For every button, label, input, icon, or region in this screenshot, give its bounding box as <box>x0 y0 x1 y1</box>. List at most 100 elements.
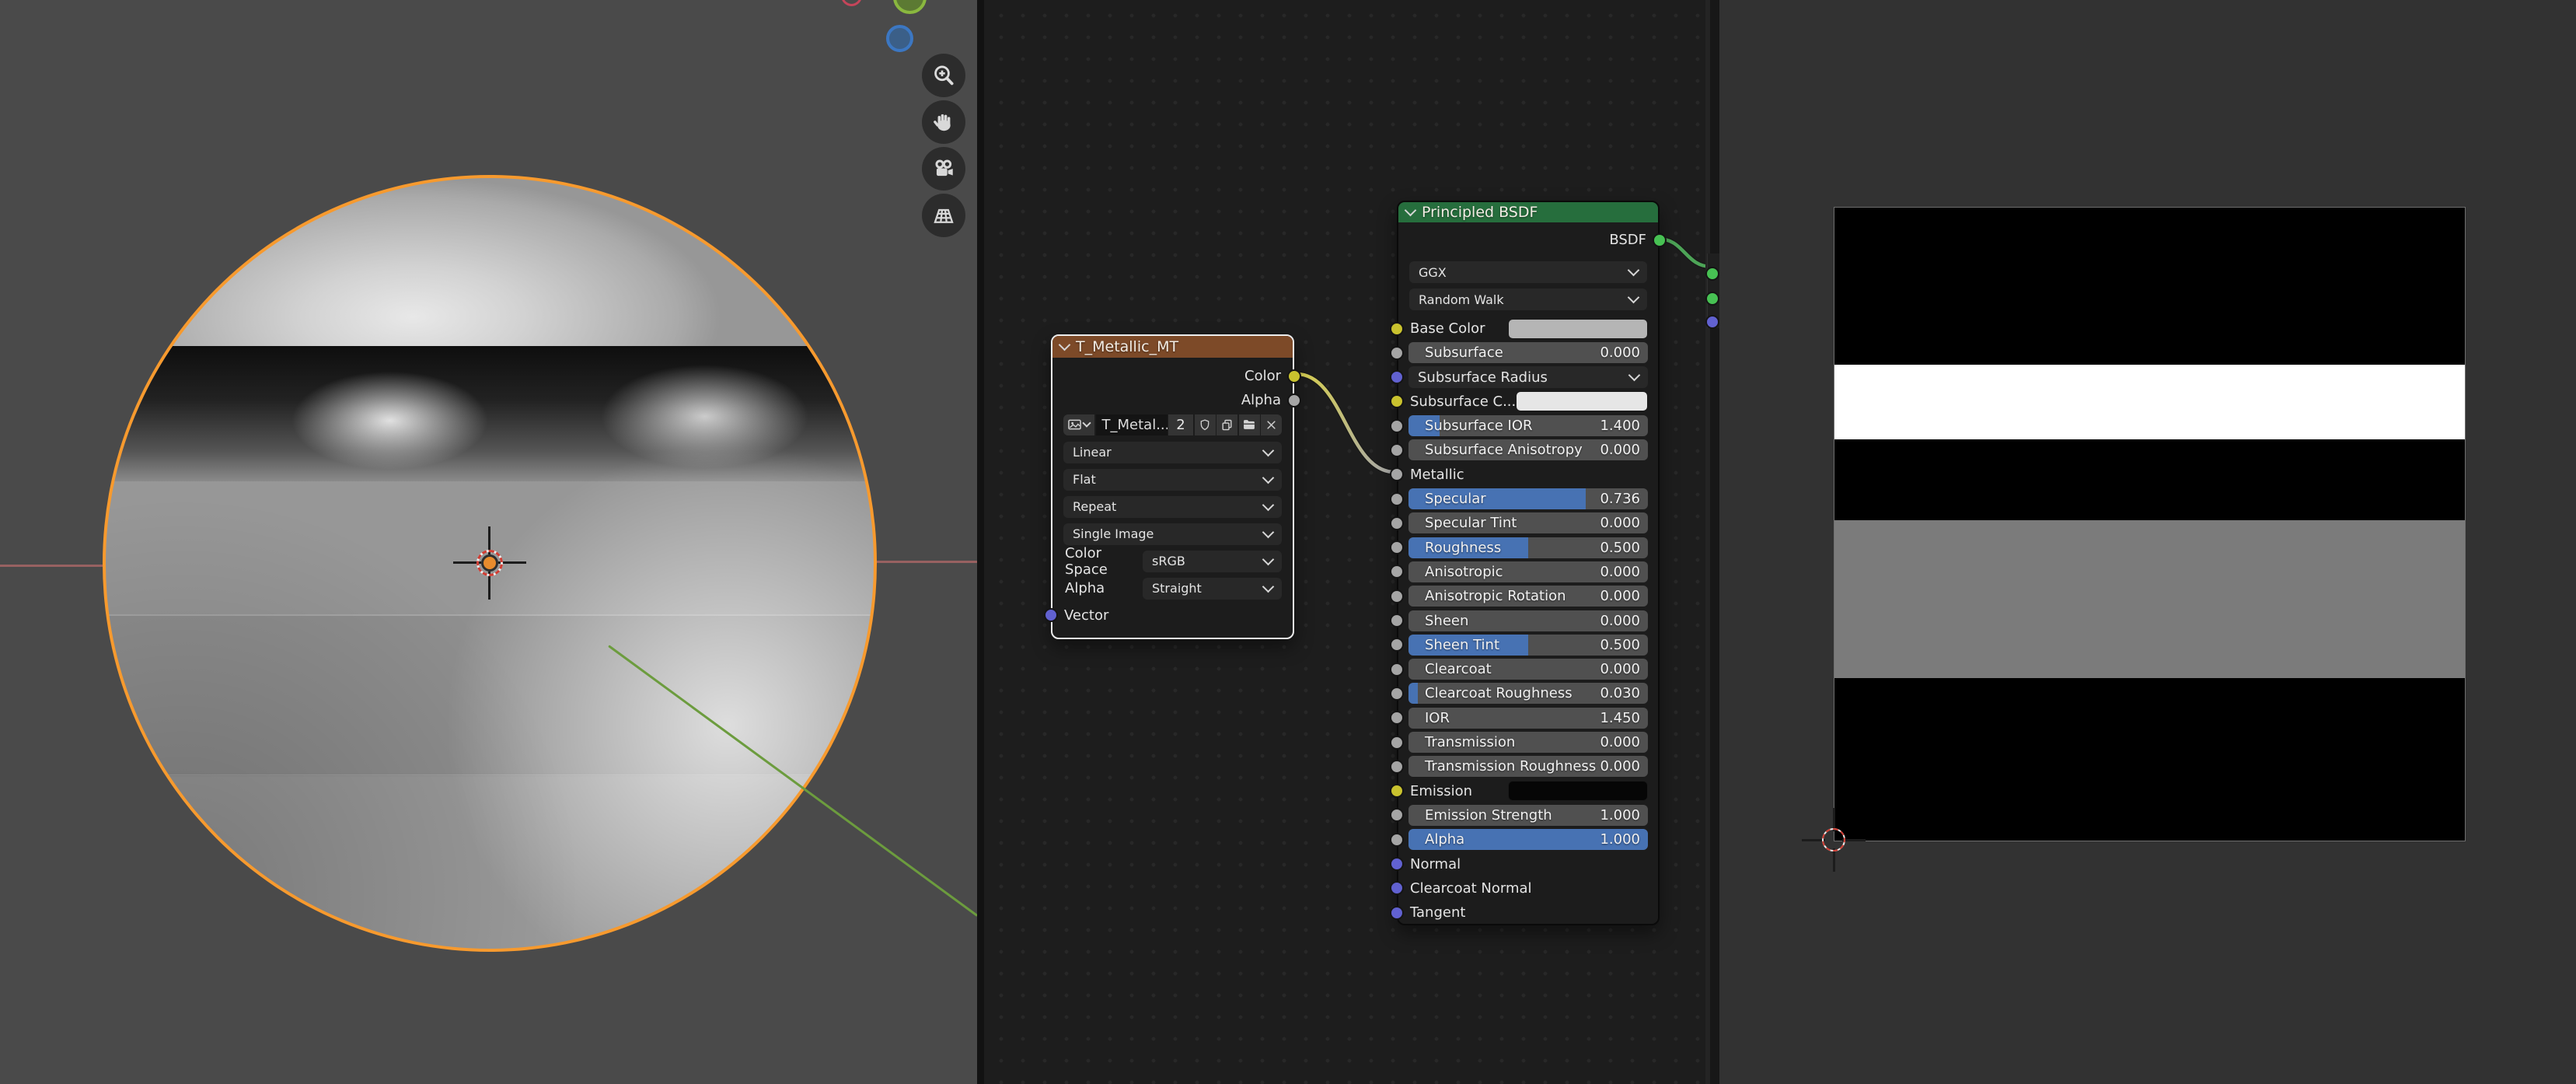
subsurface-method-dropdown[interactable]: Random Walk <box>1409 288 1647 310</box>
image-texture-node-header[interactable]: T_Metallic_MT <box>1052 336 1293 358</box>
normal-input-socket[interactable] <box>1390 857 1404 871</box>
editor-separator[interactable] <box>1710 0 1719 1084</box>
alpha-output-socket[interactable] <box>1287 393 1301 407</box>
subsurface-radius-dropdown[interactable]: Subsurface Radius <box>1408 366 1648 388</box>
sheen-tint-slider[interactable]: Sheen Tint0.500 <box>1408 635 1648 656</box>
subsurface-input-socket[interactable] <box>1390 346 1404 360</box>
subsurface-anisotropy-input-socket[interactable] <box>1390 443 1404 457</box>
row-clearcoat-roughness: Clearcoat Roughness0.030 <box>1408 683 1648 704</box>
sheen-input-socket[interactable] <box>1390 614 1404 628</box>
users-count-button[interactable]: 2 <box>1168 414 1193 435</box>
subsurface-c-color-swatch[interactable] <box>1516 391 1648 411</box>
ior-input-socket[interactable] <box>1390 711 1404 725</box>
collapse-chevron-icon[interactable] <box>1059 339 1071 351</box>
color-output-socket[interactable] <box>1287 369 1301 383</box>
3d-viewport[interactable] <box>0 0 977 1084</box>
alpha-input-socket[interactable] <box>1390 833 1404 847</box>
clearcoat-roughness-slider[interactable]: Clearcoat Roughness0.030 <box>1408 683 1648 704</box>
ior-slider[interactable]: IOR1.450 <box>1408 708 1648 729</box>
chevron-down-icon <box>1628 292 1640 304</box>
distribution-dropdown[interactable]: GGX <box>1409 261 1647 283</box>
chevron-down-icon <box>1082 418 1091 427</box>
volume-input-socket[interactable] <box>1705 292 1719 306</box>
zoom-gizmo-button[interactable] <box>922 54 965 97</box>
emission-color-swatch[interactable] <box>1508 781 1648 801</box>
single-image-dropdown[interactable]: Single Image <box>1063 523 1282 545</box>
base-color-input-socket[interactable] <box>1390 322 1404 336</box>
clearcoat-roughness-value: 0.030 <box>1600 685 1648 701</box>
surface-input-socket[interactable] <box>1705 267 1719 281</box>
vector-input-socket[interactable] <box>1044 608 1058 622</box>
image-texture-node[interactable]: T_Metallic_MT Color Alpha T_Metal... 2 <box>1051 334 1294 639</box>
linear-dropdown[interactable]: Linear <box>1063 442 1282 463</box>
new-image-button[interactable] <box>1216 414 1237 435</box>
subsurface-ior-slider[interactable]: Subsurface IOR1.400 <box>1408 415 1648 436</box>
clearcoat-roughness-input-socket[interactable] <box>1390 687 1404 701</box>
anisotropic-rotation-slider[interactable]: Anisotropic Rotation0.000 <box>1408 586 1648 607</box>
image-browse-button[interactable] <box>1063 414 1094 435</box>
displacement-input-socket[interactable] <box>1705 315 1719 329</box>
principled-bsdf-node[interactable]: Principled BSDF BSDF GGX Random Walk Bas… <box>1397 201 1660 925</box>
subsurface-radius-input-socket[interactable] <box>1390 370 1404 384</box>
material-output-node-clipped[interactable] <box>1707 254 1719 328</box>
subsurface-anisotropy-slider[interactable]: Subsurface Anisotropy0.000 <box>1408 439 1648 460</box>
emission-input-socket[interactable] <box>1390 784 1404 798</box>
grid-ortho-icon <box>931 203 956 228</box>
transmission-roughness-input-socket[interactable] <box>1390 760 1404 774</box>
single-image-row: Single Image <box>1063 523 1282 545</box>
subsurface-slider[interactable]: Subsurface0.000 <box>1408 342 1648 363</box>
repeat-dropdown[interactable]: Repeat <box>1063 496 1282 518</box>
emission-strength-slider[interactable]: Emission Strength1.000 <box>1408 805 1648 826</box>
row-anisotropic-rotation: Anisotropic Rotation0.000 <box>1408 586 1648 607</box>
editor-separator[interactable] <box>977 0 984 1084</box>
roughness-input-socket[interactable] <box>1390 540 1404 554</box>
color-space-dropdown[interactable]: sRGB <box>1143 551 1282 572</box>
axis-ball-x-icon[interactable] <box>841 0 862 6</box>
axis-ball-z-icon[interactable] <box>886 25 913 52</box>
open-image-button[interactable] <box>1239 414 1260 435</box>
camera-view-button[interactable] <box>922 147 965 191</box>
alpha-slider[interactable]: Alpha1.000 <box>1408 829 1648 850</box>
specular-input-socket[interactable] <box>1390 492 1404 506</box>
image-editor[interactable] <box>1719 0 2576 1084</box>
specular-tint-input-socket[interactable] <box>1390 516 1404 530</box>
ortho-grid-button[interactable] <box>922 194 965 237</box>
specular-tint-slider[interactable]: Specular Tint0.000 <box>1408 512 1648 533</box>
clearcoat-normal-input-socket[interactable] <box>1390 881 1404 895</box>
anisotropic-input-socket[interactable] <box>1390 565 1404 579</box>
anisotropic-slider[interactable]: Anisotropic0.000 <box>1408 561 1648 582</box>
clearcoat-slider[interactable]: Clearcoat0.000 <box>1408 659 1648 680</box>
roughness-slider[interactable]: Roughness0.500 <box>1408 537 1648 558</box>
transmission-slider[interactable]: Transmission0.000 <box>1408 732 1648 753</box>
unlink-image-button[interactable] <box>1261 414 1282 435</box>
transmission-roughness-slider[interactable]: Transmission Roughness0.000 <box>1408 756 1648 777</box>
specular-slider[interactable]: Specular0.736 <box>1408 488 1648 509</box>
metallic-input-socket[interactable] <box>1390 467 1404 481</box>
flat-dropdown[interactable]: Flat <box>1063 469 1282 491</box>
sheen-tint-input-socket[interactable] <box>1390 638 1404 652</box>
clearcoat-input-socket[interactable] <box>1390 663 1404 677</box>
sheen-slider[interactable]: Sheen0.000 <box>1408 610 1648 631</box>
subsurface-c-input-socket[interactable] <box>1390 394 1404 408</box>
collapse-chevron-icon[interactable] <box>1405 205 1417 217</box>
fake-user-button[interactable] <box>1195 414 1216 435</box>
subsurface-ior-input-socket[interactable] <box>1390 419 1404 433</box>
principled-bsdf-node-header[interactable]: Principled BSDF <box>1398 202 1658 222</box>
anisotropic-rotation-input-socket[interactable] <box>1390 589 1404 603</box>
normal-label: Normal <box>1408 856 1461 872</box>
transmission-input-socket[interactable] <box>1390 736 1404 750</box>
tangent-input-socket[interactable] <box>1390 906 1404 920</box>
row-emission: Emission <box>1408 781 1648 802</box>
vector-input-row: Vector <box>1063 605 1283 626</box>
emission-strength-input-socket[interactable] <box>1390 808 1404 822</box>
bsdf-output-socket[interactable] <box>1653 233 1667 247</box>
alpha-value: 1.000 <box>1600 831 1648 848</box>
image-name-field[interactable]: T_Metal... <box>1096 414 1168 435</box>
alpha-mode-dropdown[interactable]: Straight <box>1143 578 1282 600</box>
pan-gizmo-button[interactable] <box>922 100 965 144</box>
shader-node-editor[interactable]: T_Metallic_MT Color Alpha T_Metal... 2 <box>984 0 1719 1084</box>
axis-ball-y-icon[interactable] <box>893 0 927 14</box>
clearcoat-value: 0.000 <box>1600 661 1648 677</box>
base-color-color-swatch[interactable] <box>1508 319 1648 339</box>
image-datablock-row: T_Metal... 2 <box>1063 414 1282 435</box>
